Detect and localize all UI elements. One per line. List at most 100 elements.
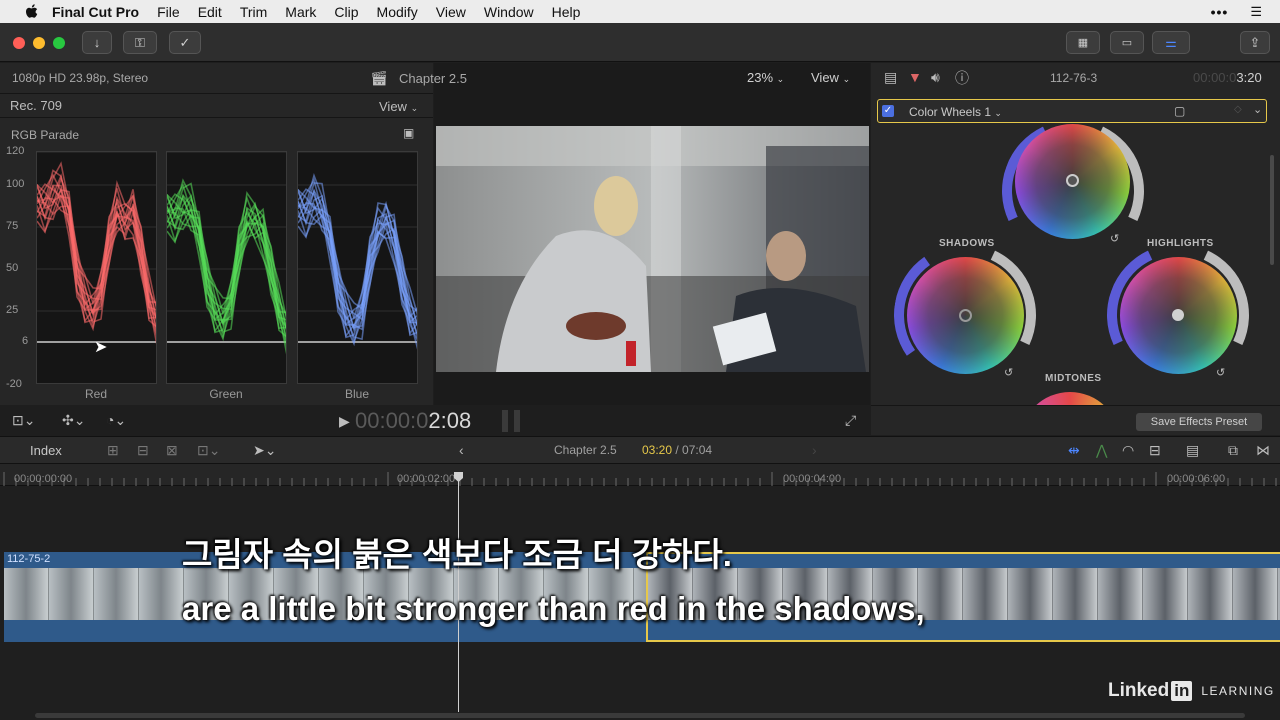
- zoom-window-button[interactable]: [53, 37, 65, 49]
- filmstrip-frame: [1188, 568, 1233, 620]
- info-icon[interactable]: ⓘ: [955, 68, 969, 88]
- ruler-label: 00:00:00:00: [14, 473, 73, 485]
- headphones-icon[interactable]: ◠: [1122, 442, 1134, 459]
- menu-mark[interactable]: Mark: [285, 4, 316, 20]
- inspector-scrollbar[interactable]: [1270, 155, 1274, 265]
- effects-browser-icon[interactable]: ⧉: [1228, 442, 1238, 459]
- menu-file[interactable]: File: [157, 4, 180, 20]
- background-tasks-button[interactable]: ✓: [169, 31, 201, 54]
- timeline-toggle-button[interactable]: ▭: [1110, 31, 1144, 54]
- film-icon[interactable]: ▤: [884, 69, 897, 86]
- shadows-puck[interactable]: [959, 309, 972, 322]
- back-icon[interactable]: ‹: [459, 442, 464, 458]
- timeline-position-value: 03:20: [642, 443, 673, 457]
- save-effects-preset-button[interactable]: Save Effects Preset: [1136, 413, 1262, 431]
- parade-blue-waveform: [298, 152, 417, 350]
- menu-bar: Final Cut Pro File Edit Trim Mark Clip M…: [0, 0, 1280, 23]
- play-icon[interactable]: ▶: [339, 413, 350, 430]
- check-circle-icon: ✓: [179, 34, 191, 50]
- more-icon[interactable]: •••: [1211, 4, 1229, 20]
- solo-icon[interactable]: ⊟: [1149, 442, 1161, 459]
- mask-icon[interactable]: ▢: [1174, 104, 1185, 118]
- timecode-dim: 00:00:0: [355, 408, 429, 433]
- menu-view[interactable]: View: [436, 4, 466, 20]
- video-frame-image: [436, 126, 869, 372]
- menu-help[interactable]: Help: [552, 4, 581, 20]
- colorspace-label: Rec. 709: [10, 98, 63, 113]
- timeline-total: / 07:04: [675, 443, 713, 457]
- speed-icon[interactable]: ◔⌄: [106, 412, 126, 429]
- highlights-puck[interactable]: [1172, 309, 1184, 321]
- key-icon: ⚿: [135, 34, 145, 50]
- filmstrip-frame: [1098, 568, 1143, 620]
- viewer-view-label: View: [811, 70, 839, 85]
- filmstrip-frame: [963, 568, 1008, 620]
- keyframe-icon[interactable]: ◇: [1234, 104, 1242, 115]
- zoom-value: 23%: [747, 70, 774, 85]
- filmstrip-frame: [1053, 568, 1098, 620]
- apple-icon[interactable]: [20, 0, 42, 23]
- duration-dim: 00:00:0: [1193, 70, 1237, 85]
- browser-format-label: 1080p HD 23.98p, Stereo: [12, 71, 149, 85]
- menu-clip[interactable]: Clip: [334, 4, 358, 20]
- ruler-ticks: [3, 472, 1277, 486]
- video-frame[interactable]: [436, 126, 869, 372]
- timeline-scrollbar[interactable]: [35, 713, 1245, 718]
- viewer-view-menu[interactable]: View ⌄: [811, 70, 850, 85]
- master-puck[interactable]: [1066, 174, 1079, 187]
- skimming-icon[interactable]: ⇹: [1068, 442, 1080, 459]
- transform-icon[interactable]: ✣⌄: [62, 412, 85, 429]
- timeline-ruler[interactable]: [0, 464, 1280, 486]
- channel-label-red: Red: [84, 387, 107, 401]
- scope-settings-icon[interactable]: ▣: [403, 126, 414, 140]
- y-tick: 120: [6, 145, 25, 157]
- reset-icon[interactable]: ↺: [1216, 366, 1225, 379]
- filmstrip-frame: [1143, 568, 1188, 620]
- minimize-window-button[interactable]: [33, 37, 45, 49]
- inspector-toggle-button[interactable]: ⚌: [1152, 31, 1190, 54]
- filmstrip-frame: [139, 568, 184, 620]
- waveform-trace: [37, 186, 156, 330]
- filmstrip-frame: [94, 568, 139, 620]
- effect-enable-checkbox[interactable]: ✓: [882, 105, 894, 117]
- index-button[interactable]: Index: [30, 443, 62, 458]
- zoom-menu[interactable]: 23% ⌄: [747, 70, 784, 85]
- append-clip-icon[interactable]: ⊠: [166, 442, 178, 459]
- scope-view-menu[interactable]: View ⌄: [379, 99, 418, 114]
- overwrite-clip-icon[interactable]: ⊡⌄: [197, 442, 220, 459]
- insert-clip-icon[interactable]: ⊟: [137, 442, 149, 459]
- channel-label-green: Green: [209, 387, 243, 401]
- layout-icon[interactable]: ⊡⌄: [12, 412, 35, 429]
- color-inspector-icon[interactable]: ▼: [908, 69, 922, 85]
- fullscreen-icon[interactable]: ⤢: [845, 412, 856, 429]
- menu-trim[interactable]: Trim: [240, 4, 267, 20]
- chevron-down-icon[interactable]: ⌄: [1253, 103, 1262, 116]
- duration-value: 3:20: [1236, 70, 1262, 85]
- linkedin-learning-logo: Linked in LEARNING: [1108, 680, 1275, 702]
- list-icon[interactable]: ☰: [1250, 4, 1262, 20]
- share-button[interactable]: ⇪: [1240, 31, 1270, 54]
- clapper-icon: 🎬︎: [370, 70, 388, 86]
- transitions-browser-icon[interactable]: ⋈: [1256, 442, 1270, 459]
- close-window-button[interactable]: [13, 37, 25, 49]
- reset-icon[interactable]: ↺: [1110, 232, 1119, 245]
- grid-icon: ▦: [1077, 37, 1089, 49]
- forward-icon[interactable]: ›: [812, 442, 817, 458]
- effect-name-menu[interactable]: Color Wheels 1 ⌄: [909, 105, 1002, 119]
- connect-clip-icon[interactable]: ⊞: [107, 442, 119, 459]
- clip-appearance-icon[interactable]: ▤: [1186, 442, 1199, 459]
- app-menu[interactable]: Final Cut Pro: [52, 4, 139, 20]
- menu-edit[interactable]: Edit: [198, 4, 222, 20]
- audio-icon[interactable]: 🔊︎: [931, 69, 940, 86]
- reset-icon[interactable]: ↺: [1004, 366, 1013, 379]
- timeline-icon: ▭: [1121, 37, 1133, 49]
- browser-toggle-button[interactable]: ▦: [1066, 31, 1100, 54]
- menu-window[interactable]: Window: [484, 4, 534, 20]
- midtones-color-wheel[interactable]: [1020, 392, 1120, 405]
- keywords-button[interactable]: ⚿: [123, 31, 157, 54]
- select-tool-icon[interactable]: ➤⌄: [253, 442, 276, 459]
- y-tick: 100: [6, 178, 25, 190]
- import-button[interactable]: ↓: [82, 31, 112, 54]
- menu-modify[interactable]: Modify: [377, 4, 418, 20]
- audio-skimming-icon[interactable]: ⋀: [1096, 442, 1107, 459]
